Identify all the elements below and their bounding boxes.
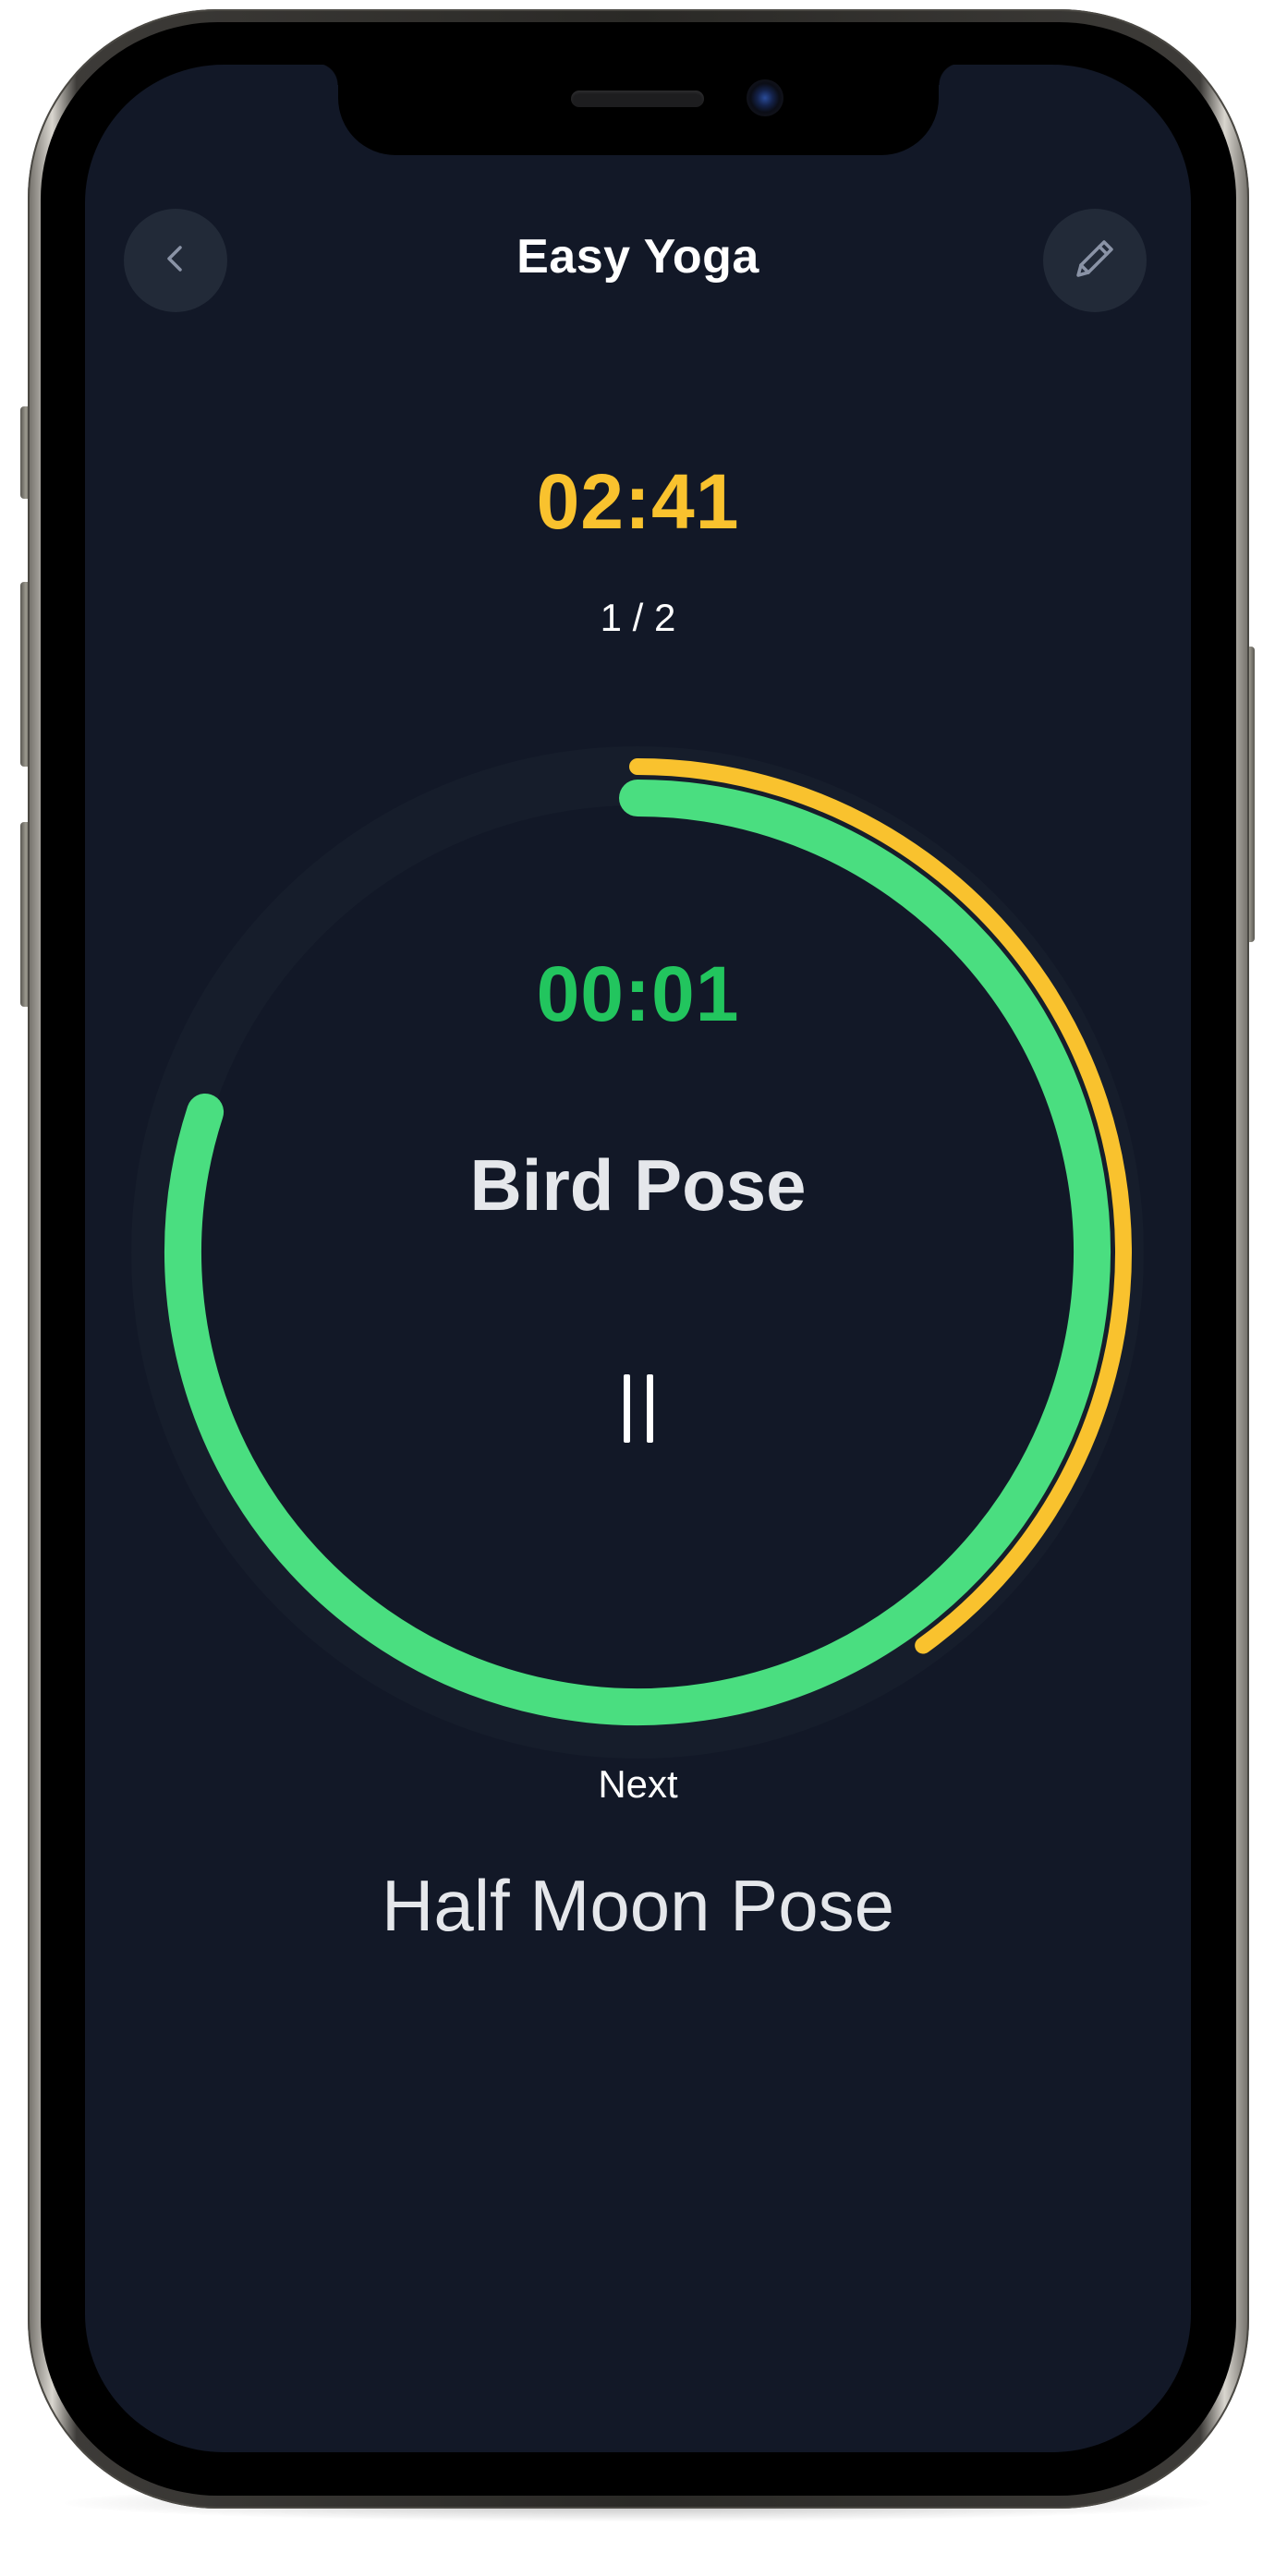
next-label: Next [598,1762,678,1806]
pause-icon [615,1374,662,1443]
next-pose-name: Half Moon Pose [382,1865,894,1946]
pause-button[interactable] [578,1348,698,1469]
pose-timer: 00:01 [536,950,740,1037]
device-mockup: Easy Yoga 02:41 1 / 2 00:01 Bird Pose Ne… [0,0,1275,2576]
progress-rings [131,746,1144,1759]
current-pose-name: Bird Pose [469,1144,807,1226]
app-screen: Easy Yoga 02:41 1 / 2 00:01 Bird Pose Ne… [85,65,1191,2452]
